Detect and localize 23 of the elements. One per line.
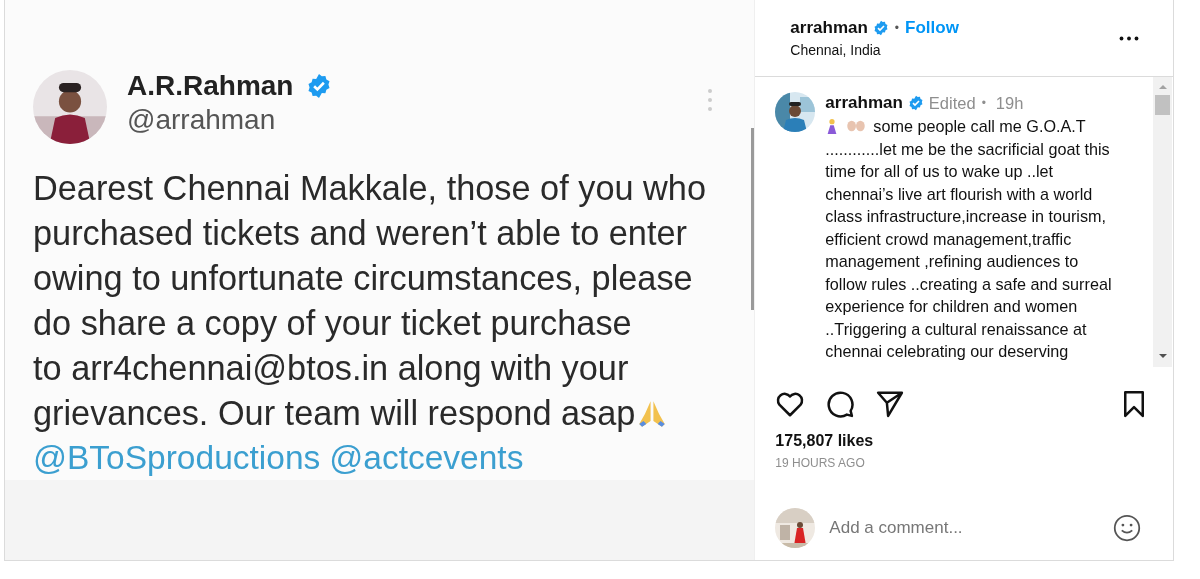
scrollbar-thumb[interactable] (1155, 95, 1170, 115)
open-hands-icon (845, 119, 868, 134)
caption-text: some people call me G.O.A.T (873, 116, 1086, 137)
emoji-icon[interactable] (1113, 514, 1141, 542)
location-link[interactable]: Chennai, India (790, 42, 959, 58)
caption-text: ............let me be the sacrificial goat this time for all of us to wake up ..let chennai’s live art flourish with a world class infrastructure,increase in tourism, efficient crowd management,traffic management ,refining audiences to follow rules ..creating a safe and surreal experience for children and women ..Triggering a cultural renaissance at chennai celebrating our deserving (825, 138, 1112, 362)
separator-dot: • (894, 21, 900, 35)
send-icon[interactable] (875, 389, 906, 419)
likes-count[interactable]: 175,807 likes (755, 419, 1173, 450)
username[interactable]: arrahman (825, 93, 903, 113)
author-handle: @arrahman (127, 104, 277, 136)
post-time: 19h (995, 93, 1024, 113)
username[interactable]: arrahman (790, 18, 868, 38)
scrollbar[interactable] (1153, 77, 1172, 367)
comment-icon[interactable] (825, 389, 856, 419)
edited-label: Edited (928, 93, 976, 113)
author-name: A.R.Rahman (127, 70, 294, 102)
scroll-down-icon[interactable] (1158, 354, 1167, 358)
more-options-icon[interactable] (1119, 35, 1139, 41)
tweet-text: grievances. Our team will respond asap (33, 393, 636, 434)
separator-dot: • (981, 96, 986, 110)
post-date: 19 HOURS AGO (774, 455, 866, 470)
comment-field[interactable]: Add a comment... (829, 518, 1099, 538)
